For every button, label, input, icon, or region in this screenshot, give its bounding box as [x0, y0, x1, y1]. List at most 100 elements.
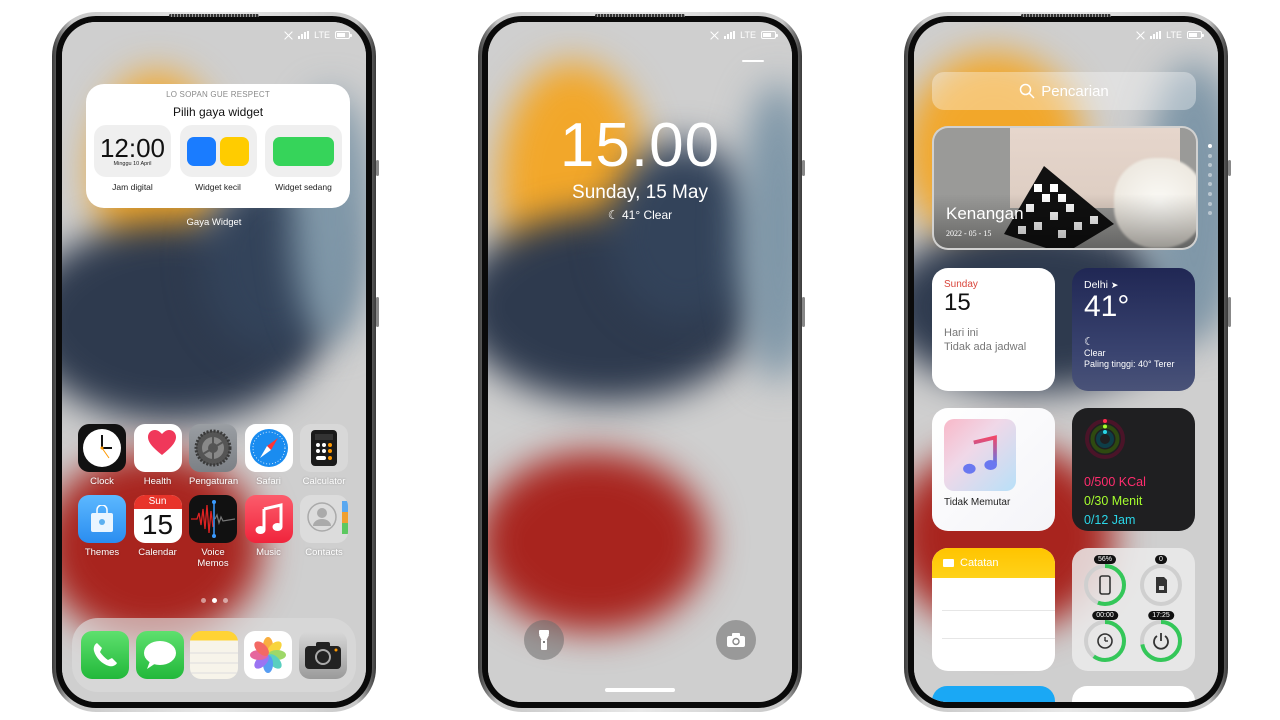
page-dot[interactable] [1208, 172, 1212, 177]
battery-icon [761, 31, 778, 39]
app-label: Themes [84, 547, 120, 558]
home-indicator[interactable] [605, 688, 675, 692]
page-dot[interactable] [1208, 163, 1212, 168]
calculator-icon [300, 424, 348, 472]
widget-caption: Gaya Widget [186, 217, 242, 228]
widget-option-small[interactable]: Widget kecil [179, 125, 257, 192]
memories-title: Kenangan [946, 204, 1024, 223]
battery-icon [1187, 31, 1204, 39]
lock-weather: ☾ 41° Clear [488, 208, 792, 222]
notes-widget[interactable]: Catatan [932, 548, 1055, 671]
search-input[interactable]: Pencarian [932, 72, 1196, 110]
moon-icon: ☾ [1084, 336, 1094, 348]
exercise-goal: 0/30 Menit [1084, 494, 1143, 508]
dock [72, 618, 356, 692]
widget-option-digital-clock[interactable]: 12:00 Minggu 10 April Jam digital [94, 125, 171, 192]
battery-icon [335, 31, 352, 39]
signal-icon [298, 31, 310, 39]
activity-rings-icon [1085, 419, 1125, 459]
page-dot[interactable] [1208, 211, 1212, 216]
flashlight-icon [539, 630, 549, 650]
app-calendar[interactable]: Sun 15 Calendar [133, 495, 182, 569]
status-bar: LTE [1136, 30, 1204, 40]
widget-option-medium[interactable]: Widget sedang [265, 125, 342, 192]
app-calculator[interactable]: Calculator [300, 424, 348, 487]
page-dot[interactable] [200, 598, 206, 603]
page-dot[interactable] [222, 598, 228, 603]
app-safari[interactable]: Safari [244, 424, 293, 487]
side-button [802, 297, 805, 327]
flashlight-button[interactable] [524, 620, 564, 660]
page-indicator[interactable] [62, 598, 366, 603]
side-button [376, 160, 379, 176]
app-health[interactable]: Health [133, 424, 182, 487]
move-goal: 0/500 KCal [1084, 475, 1146, 489]
preview-date: Minggu 10 April [113, 161, 152, 167]
camera-button[interactable] [716, 620, 756, 660]
lock-time: 15.00 [559, 111, 721, 180]
music-artwork [944, 419, 1016, 491]
phone-icon[interactable] [81, 631, 130, 679]
option-label: Jam digital [112, 182, 153, 192]
camera-icon [727, 633, 745, 647]
message-bubble-icon[interactable] [135, 631, 184, 679]
page-dot[interactable] [1208, 182, 1212, 187]
page-dot[interactable] [1208, 201, 1212, 206]
page-dot-active[interactable] [1208, 144, 1212, 148]
control-center-indicator[interactable] [742, 60, 764, 62]
widget-style-picker: LO SOPAN GUE RESPECT Pilih gaya widget 1… [86, 84, 350, 208]
widget-page-indicator[interactable] [1208, 144, 1212, 216]
page-dot-active[interactable] [211, 598, 217, 603]
widget-peek-white[interactable] [1072, 686, 1195, 702]
folder-icon [943, 559, 954, 567]
weather-widget[interactable]: Delhi ➤ 41° ☾ Clear Paling tinggi: 40° T… [1072, 268, 1195, 391]
app-label: Contacts [305, 547, 343, 558]
phone-widgets-screen: LTE Pencarian Kenangan 2022 - 05 - 15 Su… [904, 12, 1231, 712]
earpiece-speaker [595, 14, 685, 17]
notes-title: Catatan [960, 557, 999, 569]
side-button [1228, 160, 1231, 176]
page-dot[interactable] [1208, 191, 1212, 196]
app-grid: Clock Health Pengaturan Safari Calculato… [78, 424, 356, 569]
settings-gear-icon [189, 424, 237, 472]
system-status-widget[interactable]: 56% 0 00:00 17:25 [1072, 548, 1195, 671]
music-widget[interactable]: Tidak Memutar [932, 408, 1055, 531]
calendar-widget[interactable]: Sunday 15 Hari ini Tidak ada jadwal [932, 268, 1055, 391]
power-icon [1153, 633, 1169, 650]
moon-icon: ☾ [607, 208, 619, 222]
camera-icon[interactable] [298, 631, 347, 679]
app-music[interactable]: Music [244, 495, 293, 569]
music-note-icon [963, 435, 997, 474]
notes-icon[interactable] [189, 631, 238, 679]
music-note-icon [244, 495, 293, 543]
phone-lock-screen: LTE 15.00 Sunday, 15 May ☾ 41° Clear [478, 12, 805, 712]
weather-condition: Clear [1084, 348, 1106, 358]
note-line [942, 610, 1055, 611]
app-themes[interactable]: Themes [78, 495, 126, 569]
app-label: Safari [256, 476, 281, 487]
photos-flower-icon[interactable] [244, 631, 293, 679]
app-contacts[interactable]: Contacts [300, 495, 348, 569]
app-voice-memos[interactable]: Voice Memos [189, 495, 237, 569]
page-dot[interactable] [1208, 153, 1212, 158]
option-label: Widget kecil [195, 182, 241, 192]
widget-peek-blue[interactable] [932, 686, 1055, 702]
side-button [1228, 297, 1231, 327]
alarm-clock-icon [1097, 633, 1113, 649]
calendar-today: Hari ini [944, 327, 979, 339]
system-ring: 56% [1082, 555, 1128, 608]
app-pengaturan[interactable]: Pengaturan [189, 424, 238, 487]
memories-date: 2022 - 05 - 15 [946, 229, 992, 238]
nfc-icon [284, 31, 293, 40]
memories-widget[interactable]: Kenangan 2022 - 05 - 15 [932, 126, 1198, 250]
app-clock[interactable]: Clock [78, 424, 126, 487]
app-label: Calendar [138, 547, 177, 558]
music-status: Tidak Memutar [944, 497, 1011, 508]
contact-icon [300, 495, 348, 543]
ring-label: 00:00 [1092, 611, 1118, 620]
calendar-icon: Sun 15 [133, 495, 182, 543]
ring-label: 56% [1093, 555, 1117, 564]
fitness-widget[interactable]: 0/500 KCal 0/30 Menit 0/12 Jam [1072, 408, 1195, 531]
calendar-events: Tidak ada jadwal [944, 341, 1027, 353]
ring-label: 17:25 [1148, 611, 1174, 620]
